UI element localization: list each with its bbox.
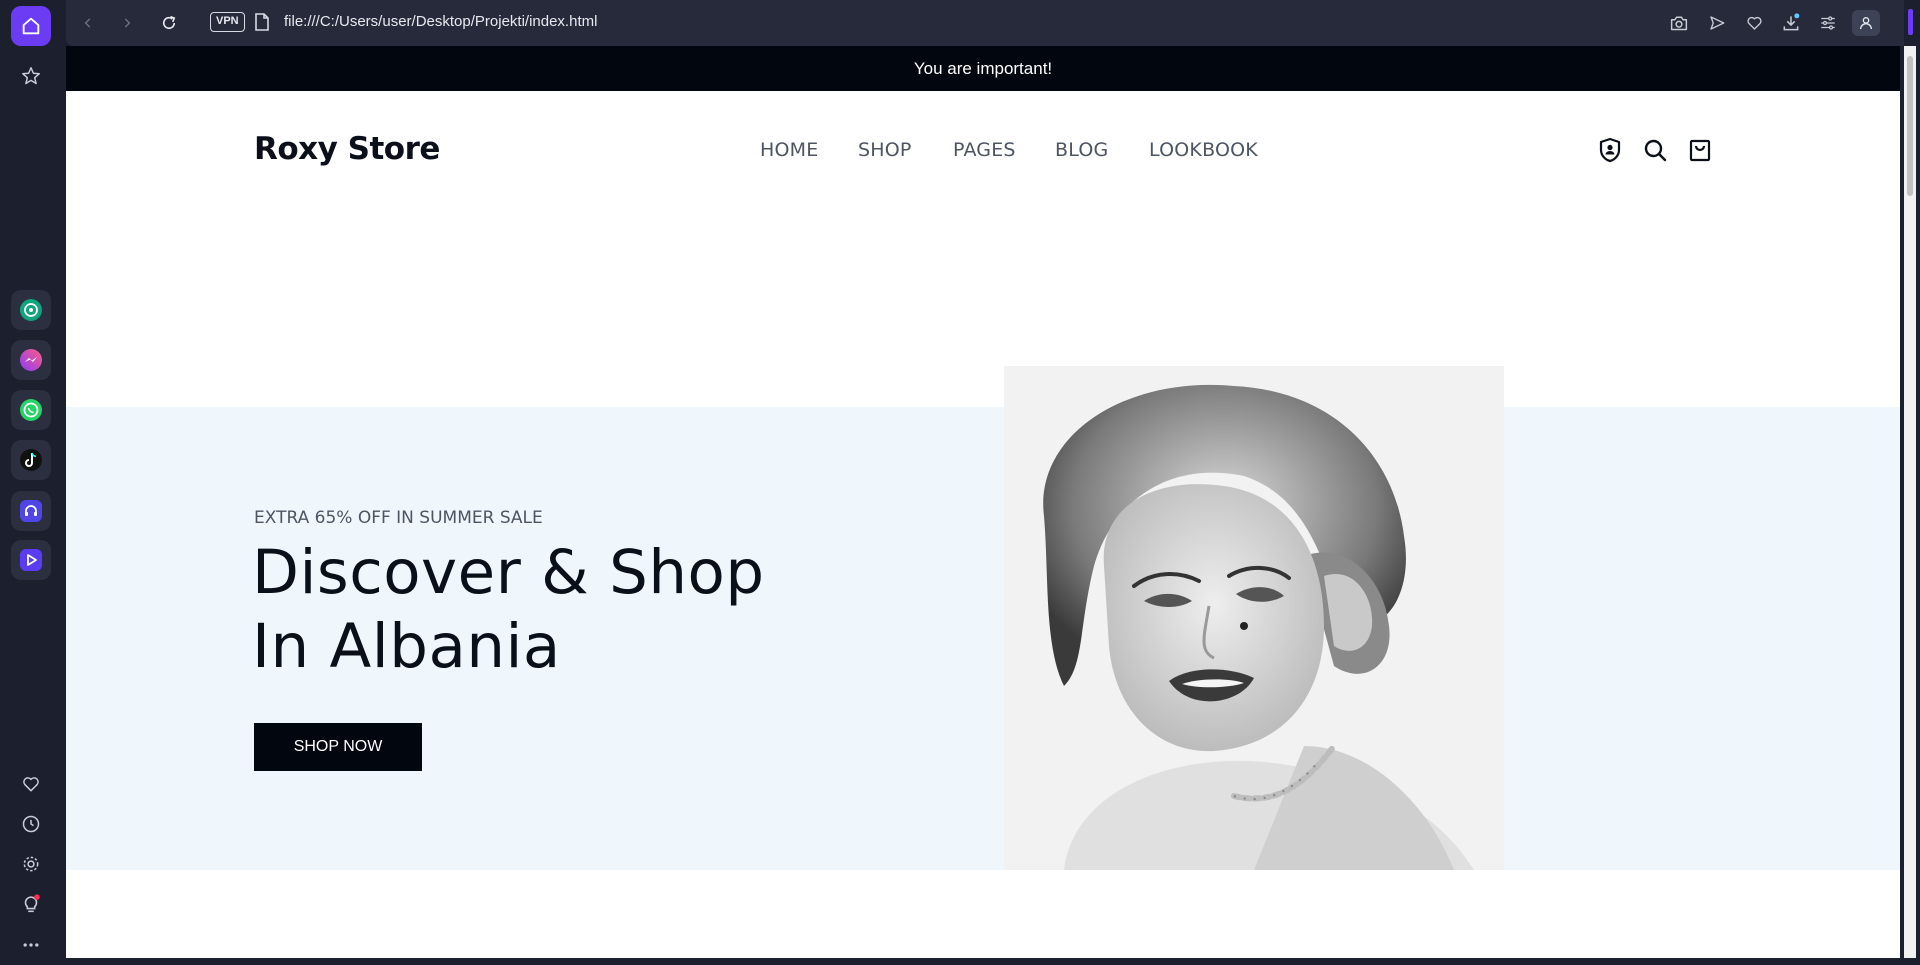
profile-button[interactable] xyxy=(1852,10,1880,36)
nav-pages[interactable]: PAGES xyxy=(953,139,1016,161)
star-icon xyxy=(22,67,40,85)
bookmarks-button[interactable] xyxy=(11,56,51,96)
lightbulb-icon xyxy=(24,894,40,913)
hero-title: Discover & Shop In Albania xyxy=(252,536,765,684)
cart-button[interactable] xyxy=(1686,136,1714,164)
messenger-icon xyxy=(20,349,42,371)
snapshot-button[interactable] xyxy=(1665,10,1693,36)
whatsapp-icon xyxy=(20,399,42,421)
user-icon xyxy=(1860,17,1872,30)
reload-icon xyxy=(162,15,176,30)
music-icon xyxy=(20,500,42,522)
sidebar-app-player[interactable] xyxy=(11,540,51,580)
send-button[interactable] xyxy=(1703,10,1731,36)
chevron-right-icon xyxy=(124,18,131,28)
hero-eyebrow: EXTRA 65% OFF IN SUMMER SALE xyxy=(254,508,543,528)
shop-now-button[interactable]: SHOP NOW xyxy=(254,723,422,771)
favorites-button[interactable] xyxy=(1740,10,1768,36)
vpn-badge[interactable]: VPN xyxy=(210,12,245,32)
announcement-bar: You are important! xyxy=(66,46,1900,91)
camera-icon xyxy=(1670,16,1688,31)
hero-portrait-image xyxy=(1004,366,1504,870)
sidebar-app-music[interactable] xyxy=(11,491,51,531)
home-button[interactable] xyxy=(11,6,51,46)
home-icon xyxy=(22,17,40,35)
web-page: You are important! Roxy Store HOME SHOP … xyxy=(66,46,1900,958)
more-icon xyxy=(23,943,39,947)
chevron-left-icon xyxy=(84,18,91,28)
sidebar-app-whatsapp[interactable] xyxy=(11,390,51,430)
back-button[interactable] xyxy=(76,11,100,35)
sidebar-history[interactable] xyxy=(11,804,51,844)
browser-sidebar xyxy=(0,0,62,958)
account-button[interactable] xyxy=(1596,136,1624,164)
browser-toolbar: VPN file:///C:/Users/user/Desktop/Projek… xyxy=(66,0,1904,46)
nav-home[interactable]: HOME xyxy=(760,139,818,161)
sidebar-app-tiktok[interactable] xyxy=(11,440,51,480)
sidebar-toggle[interactable] xyxy=(1908,9,1913,35)
heart-icon xyxy=(1746,16,1762,30)
history-icon xyxy=(22,815,40,833)
sidebar-favorites[interactable] xyxy=(11,764,51,804)
sidebar-app-messenger[interactable] xyxy=(11,340,51,380)
address-bar[interactable]: file:///C:/Users/user/Desktop/Projekti/i… xyxy=(284,13,597,30)
nav-lookbook[interactable]: LOOKBOOK xyxy=(1149,139,1258,161)
sidebar-more[interactable] xyxy=(11,925,51,965)
tiktok-icon xyxy=(20,449,42,471)
settings-icon xyxy=(23,856,39,872)
reload-button[interactable] xyxy=(157,11,181,35)
hero-title-line-1: Discover & Shop xyxy=(252,537,765,608)
sidebar-app-chatgpt[interactable] xyxy=(11,290,51,330)
forward-button[interactable] xyxy=(115,11,139,35)
cart-icon xyxy=(1689,139,1711,162)
sidebar-tips[interactable] xyxy=(11,884,51,924)
search-icon xyxy=(1644,139,1667,162)
scrollbar-thumb[interactable] xyxy=(1907,56,1913,196)
settings-sliders-icon xyxy=(1821,16,1835,30)
hero-title-line-2: In Albania xyxy=(252,611,561,682)
easy-setup-button[interactable] xyxy=(1814,10,1842,36)
nav-blog[interactable]: BLOG xyxy=(1055,139,1108,161)
file-icon xyxy=(254,13,270,36)
downloads-button[interactable] xyxy=(1777,10,1805,36)
search-button[interactable] xyxy=(1641,136,1669,164)
store-logo[interactable]: Roxy Store xyxy=(254,131,440,167)
send-icon xyxy=(1710,16,1725,30)
download-icon xyxy=(1783,13,1800,31)
sidebar-settings[interactable] xyxy=(11,844,51,884)
page-scrollbar[interactable] xyxy=(1904,46,1916,958)
heart-icon xyxy=(23,777,39,792)
chatgpt-icon xyxy=(20,299,42,321)
nav-shop[interactable]: SHOP xyxy=(858,139,912,161)
player-icon xyxy=(20,549,42,571)
account-icon xyxy=(1599,137,1621,163)
